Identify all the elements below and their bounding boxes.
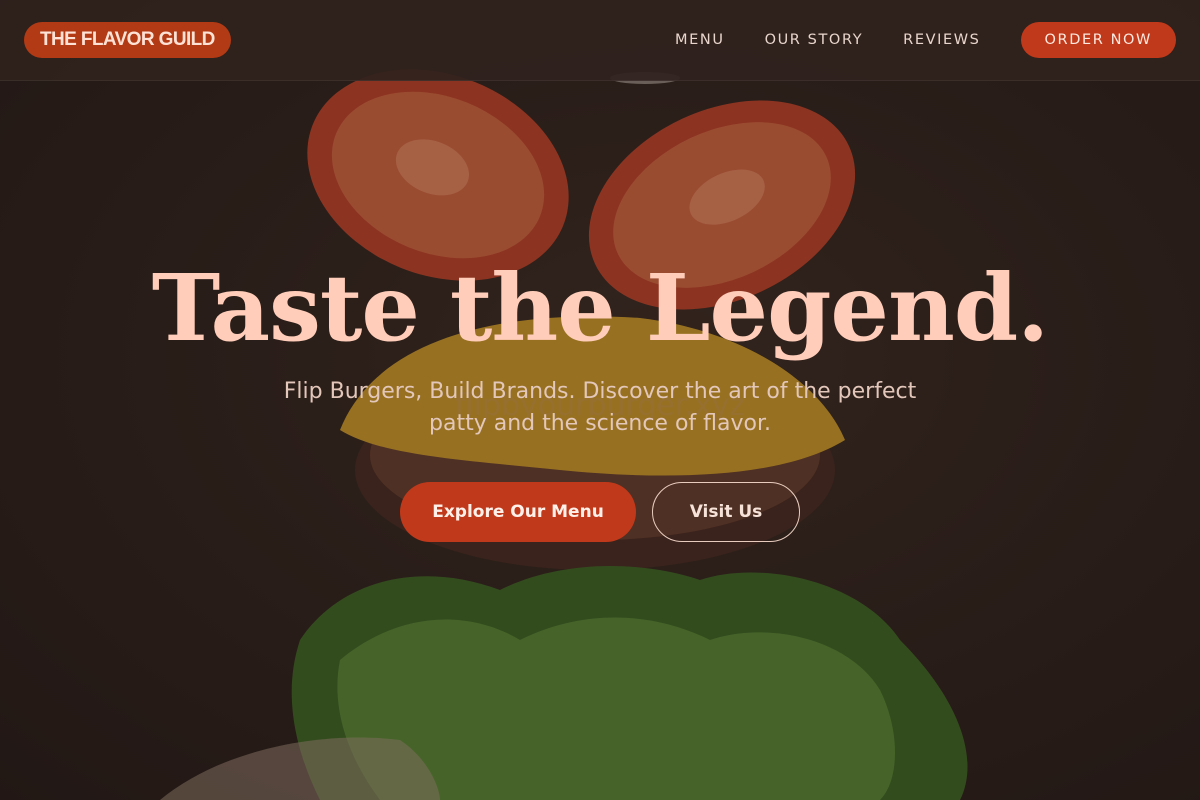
nav-link-menu[interactable]: MENU [675, 32, 725, 48]
nav-link-reviews[interactable]: REVIEWS [903, 32, 980, 48]
hero-title: Taste the Legend. [151, 254, 1049, 362]
visit-us-button[interactable]: Visit Us [652, 482, 800, 542]
explore-menu-button[interactable]: Explore Our Menu [400, 482, 636, 542]
nav-link-our-story[interactable]: OUR STORY [765, 32, 864, 48]
brand-logo[interactable]: THE FLAVOR GUILD [24, 22, 231, 58]
site-header: THE FLAVOR GUILD MENU OUR STORY REVIEWS … [0, 0, 1200, 81]
main-navigation: MENU OUR STORY REVIEWS ORDER NOW [675, 22, 1176, 58]
order-now-button[interactable]: ORDER NOW [1020, 22, 1176, 58]
hero-subtitle: Flip Burgers, Build Brands. Discover the… [283, 379, 917, 436]
